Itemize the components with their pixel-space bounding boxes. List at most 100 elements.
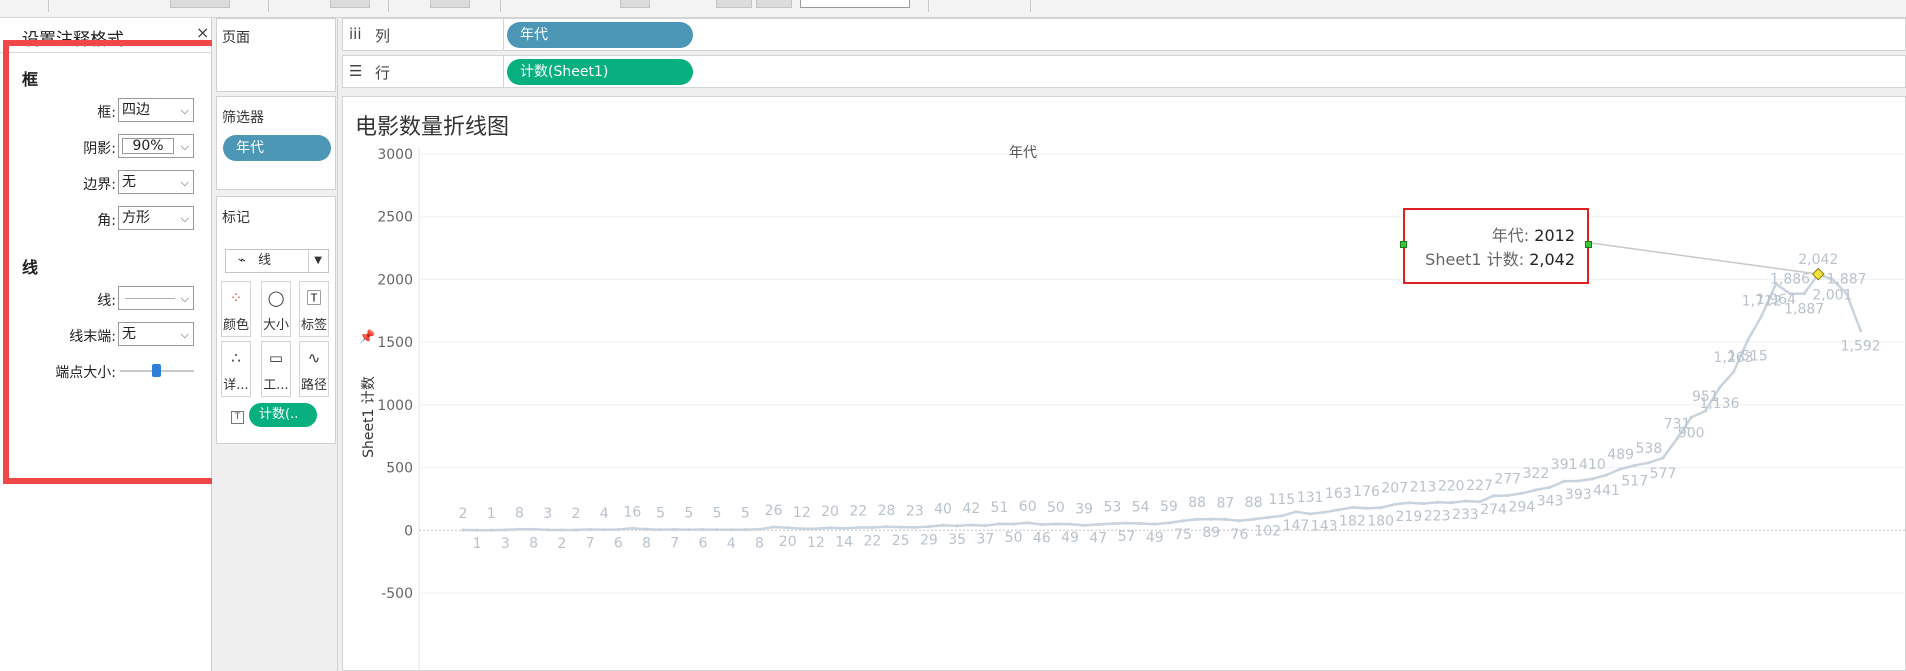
tooltip-button[interactable]: ▭ 工... xyxy=(261,341,291,397)
data-point xyxy=(1195,517,1199,521)
data-point xyxy=(955,524,959,528)
data-point xyxy=(899,525,903,529)
toolbar-separator xyxy=(500,0,501,12)
data-point xyxy=(701,527,705,532)
data-point xyxy=(1661,456,1665,460)
data-label: 75 xyxy=(1174,527,1192,543)
data-point xyxy=(574,528,578,532)
data-point xyxy=(856,525,860,530)
data-point xyxy=(1322,510,1326,514)
data-label: 219 xyxy=(1396,509,1423,525)
y-tick-label: 1500 xyxy=(377,335,413,351)
toolbar-separator xyxy=(268,0,269,12)
annotation-box[interactable]: 年代: 2012 Sheet1 计数: 2,042 xyxy=(1400,208,1592,284)
filters-card-title: 筛选器 xyxy=(222,110,264,126)
rows-pill-count[interactable]: 计数(Sheet1) xyxy=(507,59,693,85)
data-point xyxy=(1760,313,1764,318)
data-point xyxy=(1788,292,1792,296)
color-icon: ⁘ xyxy=(229,289,243,307)
annotation-count-row: Sheet1 计数: 2,042 xyxy=(1425,246,1575,270)
data-label: 6 xyxy=(614,536,623,552)
data-label: 176 xyxy=(1353,484,1380,500)
data-point xyxy=(517,527,522,531)
columns-shelf: iii 列 年代 xyxy=(342,18,1906,51)
toolbar-button[interactable] xyxy=(716,0,752,8)
data-label: 46 xyxy=(1033,531,1051,547)
data-label: 8 xyxy=(755,535,764,551)
data-label: 322 xyxy=(1523,466,1550,482)
rows-shelf: ☰ 行 计数(Sheet1) xyxy=(342,55,1906,88)
data-point xyxy=(644,527,649,531)
data-point xyxy=(588,527,592,532)
data-label: 47 xyxy=(1089,530,1107,546)
data-point xyxy=(743,528,747,532)
data-point xyxy=(1209,517,1213,521)
data-label: 2 xyxy=(459,506,468,522)
resize-handle[interactable] xyxy=(1585,241,1592,248)
data-point xyxy=(1336,508,1340,512)
toolbar-button[interactable] xyxy=(620,0,650,8)
data-point xyxy=(1604,473,1609,477)
annotation-leader xyxy=(1590,242,1819,275)
data-label: 6 xyxy=(699,536,708,552)
line-chart: -500 0 500 1000 1500 2000 2500 3000 年代 Sheet1 计数 📌… xyxy=(359,145,1905,670)
columns-pill-year[interactable]: 年代 xyxy=(507,22,693,48)
toolbar-button[interactable] xyxy=(756,0,792,8)
data-point xyxy=(1746,338,1750,342)
data-label: 14 xyxy=(835,535,853,551)
y-tick-label: -500 xyxy=(381,586,413,602)
data-point xyxy=(1576,479,1580,483)
data-point xyxy=(1124,521,1129,525)
data-label: 22 xyxy=(849,504,867,520)
data-point xyxy=(1266,515,1270,520)
data-point xyxy=(983,524,987,528)
marks-field-pill[interactable]: 计数(.. xyxy=(249,403,317,427)
marks-card-title: 标记 xyxy=(222,210,250,226)
annotation-count-label: Sheet1 计数: xyxy=(1425,250,1525,269)
mark-type-value: 线 xyxy=(258,253,272,268)
data-point xyxy=(1153,522,1157,526)
viz-area: -500 0 500 1000 1500 2000 2500 3000 年代 Sheet1 计数 📌… xyxy=(342,96,1906,671)
path-button[interactable]: ∿ 路径 xyxy=(299,341,329,397)
data-label: 1,887 xyxy=(1826,272,1866,288)
data-label: 51 xyxy=(991,500,1009,516)
data-point xyxy=(1054,522,1058,526)
data-point xyxy=(800,527,804,531)
size-button[interactable]: ◯ 大小 xyxy=(261,281,291,337)
label-button[interactable]: 🅃 标签 xyxy=(299,281,329,337)
resize-handle[interactable] xyxy=(1400,241,1407,248)
view-size-combo[interactable] xyxy=(800,0,910,8)
data-label: 213 xyxy=(1410,480,1437,496)
data-point xyxy=(1040,522,1044,527)
data-point xyxy=(602,528,606,532)
toolbar-button[interactable] xyxy=(170,0,230,8)
data-label: 1,886 xyxy=(1770,272,1810,288)
toolbar-separator xyxy=(388,0,389,12)
data-label: 57 xyxy=(1118,529,1136,545)
data-label: 517 xyxy=(1621,473,1648,489)
data-point xyxy=(1096,522,1100,526)
data-point xyxy=(1859,329,1863,333)
data-label: 3 xyxy=(501,536,510,552)
annotation-count-value: 2,042 xyxy=(1529,250,1575,269)
data-point xyxy=(997,522,1002,526)
toolbar-button[interactable] xyxy=(330,0,370,8)
data-point xyxy=(941,523,945,527)
data-point xyxy=(1633,463,1637,468)
mark-type-dropdown[interactable]: ⌁ 线 ▼ xyxy=(225,249,329,273)
data-point xyxy=(1308,512,1312,516)
data-point xyxy=(786,526,790,530)
data-label: 163 xyxy=(1325,486,1352,502)
data-label: 393 xyxy=(1565,487,1592,503)
data-point xyxy=(1731,370,1736,374)
detail-button[interactable]: ∴ 详... xyxy=(221,341,251,397)
data-point xyxy=(1407,501,1411,505)
cards-column: 页面 筛选器 年代 标记 ⌁ 线 ▼ ⁘ 颜色 ◯ 大小 🅃 标签 ∴ 详... ▭ 工.… xyxy=(212,18,338,671)
data-label: 87 xyxy=(1216,495,1234,511)
data-point xyxy=(870,525,875,530)
filter-pill-year[interactable]: 年代 xyxy=(223,135,331,161)
color-button[interactable]: ⁘ 颜色 xyxy=(221,281,251,337)
toolbar-button[interactable] xyxy=(430,0,470,8)
data-label: 42 xyxy=(962,501,980,517)
data-label: 16 xyxy=(623,504,641,520)
